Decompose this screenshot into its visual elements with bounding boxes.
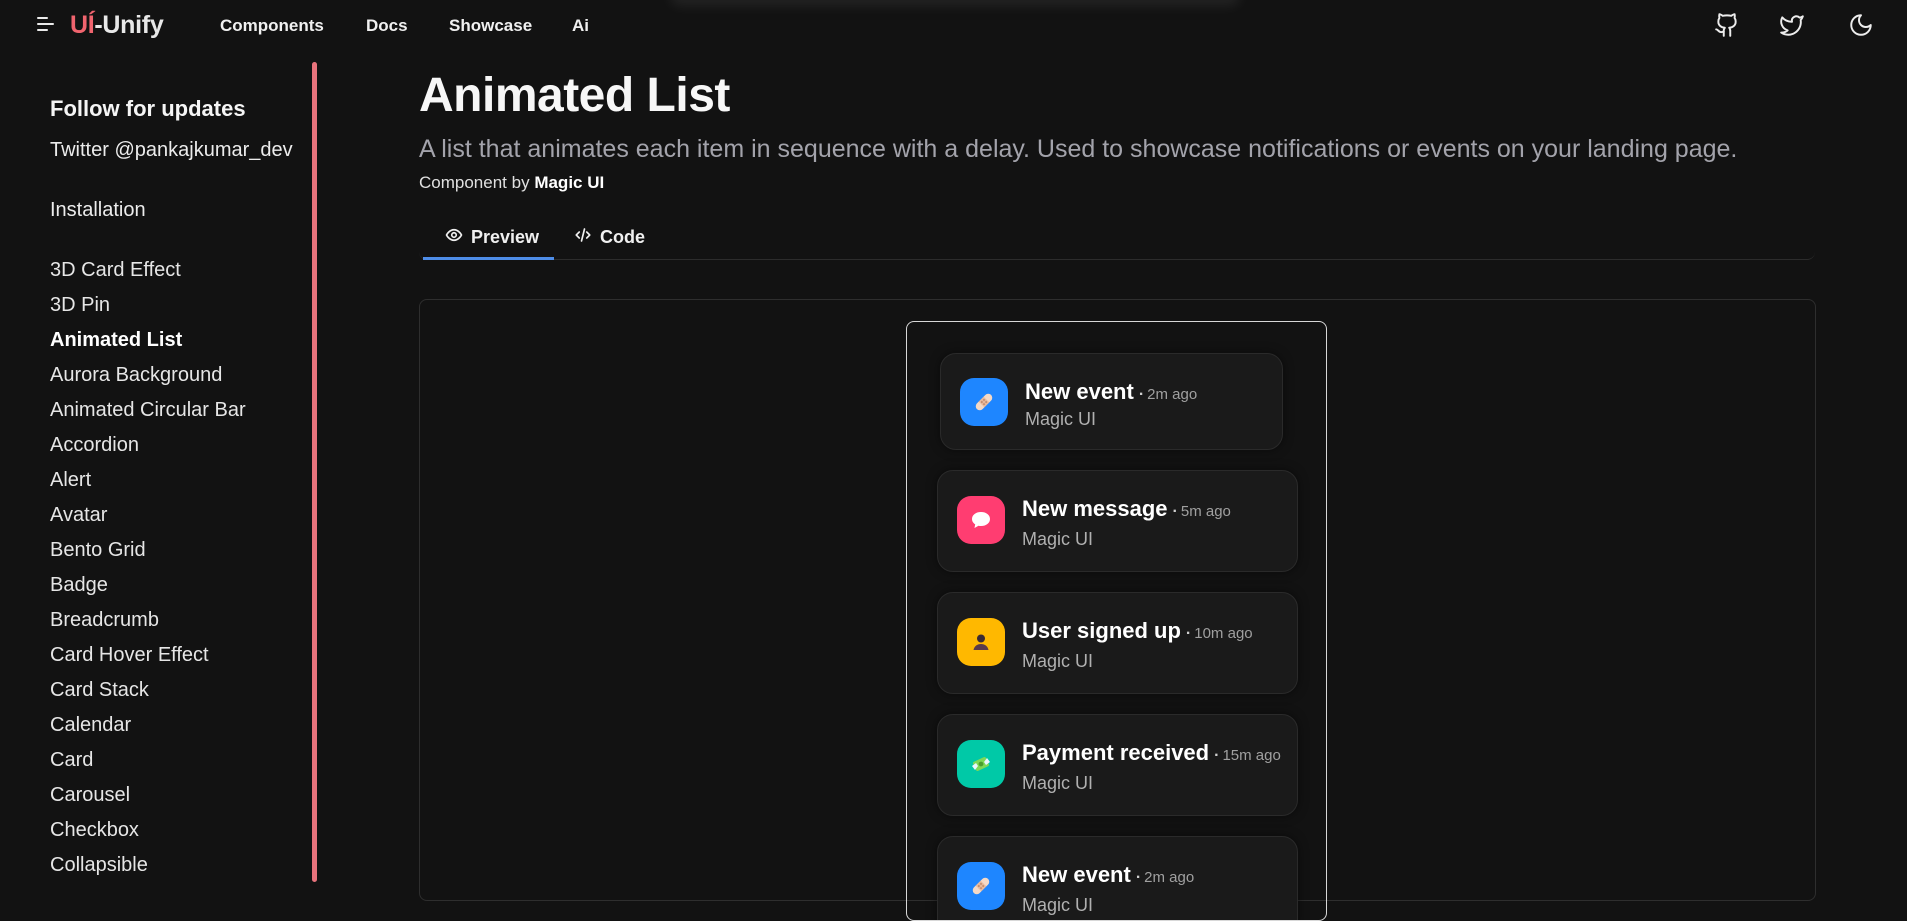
notification-time: 2m ago: [1144, 869, 1195, 886]
sidebar-item-bento-grid[interactable]: Bento Grid: [50, 539, 246, 574]
notification-title-text: New event: [1025, 379, 1134, 404]
money-icon: [957, 740, 1005, 788]
eye-icon: [445, 226, 463, 249]
notification-title: New event · 2m ago: [1022, 862, 1194, 888]
notification-source: Magic UI: [1022, 529, 1094, 549]
notification-source: Magic UI: [1022, 651, 1094, 671]
sidebar-component-list: 3D Card Effect 3D Pin Animated List Aurora …: [50, 259, 246, 889]
sidebar-item-installation[interactable]: Installation: [50, 199, 146, 222]
notification-title: Payment received · 15m ago: [1022, 740, 1281, 766]
notification-time: 10m ago: [1194, 625, 1253, 642]
notification-card[interactable]: Payment received · 15m ago Magic UI: [937, 714, 1298, 816]
sidebar-item-carousel[interactable]: Carousel: [50, 784, 246, 819]
notification-source: Magic UI: [1025, 409, 1097, 429]
github-icon[interactable]: [1714, 12, 1740, 38]
top-glow: [670, 0, 1240, 6]
person-icon: [957, 618, 1005, 666]
page-title: Animated List: [419, 69, 730, 122]
sidebar-item-badge[interactable]: Badge: [50, 574, 246, 609]
speech-bubble-icon: [957, 496, 1005, 544]
byline-author[interactable]: Magic UI: [534, 173, 604, 192]
tab-code-label: Code: [600, 227, 645, 247]
twitter-icon[interactable]: [1779, 12, 1805, 38]
sidebar-twitter-link[interactable]: Twitter @pankajkumar_dev: [50, 139, 293, 162]
notification-title: User signed up · 10m ago: [1022, 618, 1253, 644]
sidebar-item-alert[interactable]: Alert: [50, 469, 246, 504]
sidebar-item-collapsible[interactable]: Collapsible: [50, 854, 246, 889]
sidebar: Follow for updates Twitter @pankajkumar_…: [0, 62, 317, 882]
sidebar-scrollbar[interactable]: [312, 62, 317, 882]
sidebar-item-animated-circular-bar[interactable]: Animated Circular Bar: [50, 399, 246, 434]
sidebar-item-animated-list[interactable]: Animated List: [50, 329, 246, 364]
sidebar-heading: Follow for updates: [50, 96, 246, 121]
notification-title-text: User signed up: [1022, 618, 1181, 643]
component-byline: Component by Magic UI: [419, 173, 604, 193]
notification-source: Magic UI: [1022, 895, 1094, 915]
logo-accent: UÍ: [70, 11, 95, 39]
active-tab-indicator: [423, 257, 554, 260]
menu-icon[interactable]: [34, 14, 56, 36]
notification-time: 5m ago: [1180, 503, 1231, 520]
notification-separator: ·: [1135, 869, 1142, 886]
sidebar-item-checkbox[interactable]: Checkbox: [50, 819, 246, 854]
notification-title: New message · 5m ago: [1022, 496, 1231, 522]
bandage-icon: [960, 378, 1008, 426]
nav-docs[interactable]: Docs: [366, 16, 408, 36]
tab-code[interactable]: Code: [574, 226, 645, 249]
sidebar-item-card-hover-effect[interactable]: Card Hover Effect: [50, 644, 246, 679]
top-navbar: UÍ-Unify Components Docs Showcase Ai: [0, 0, 1907, 52]
notification-card[interactable]: New message · 5m ago Magic UI: [937, 470, 1298, 572]
notification-separator: ·: [1172, 503, 1178, 520]
page-description: A list that animates each item in sequen…: [419, 135, 1738, 163]
sidebar-item-3d-card-effect[interactable]: 3D Card Effect: [50, 259, 246, 294]
sidebar-item-breadcrumb[interactable]: Breadcrumb: [50, 609, 246, 644]
moon-icon[interactable]: [1848, 12, 1874, 38]
notification-title-text: Payment received: [1022, 740, 1210, 765]
notification-separator: ·: [1214, 747, 1220, 764]
notification-time: 2m ago: [1147, 386, 1198, 403]
notification-title-text: New message: [1022, 496, 1168, 521]
tab-preview-label: Preview: [471, 227, 540, 247]
tab-preview[interactable]: Preview: [445, 226, 539, 249]
notification-title-text: New event: [1022, 862, 1131, 887]
notification-card[interactable]: New event · 2m ago Magic UI: [937, 836, 1298, 920]
tab-bar: Preview Code: [419, 218, 1815, 260]
logo[interactable]: UÍ-Unify: [70, 11, 164, 40]
notification-time: 15m ago: [1222, 747, 1281, 764]
animated-list-frame: New event · 2m ago Magic UI New message · 5m a…: [906, 321, 1327, 921]
nav-ai[interactable]: Ai: [572, 16, 589, 36]
notification-source: Magic UI: [1022, 773, 1094, 793]
bandage-icon: [957, 862, 1005, 910]
nav-showcase[interactable]: Showcase: [449, 16, 532, 36]
notification-card[interactable]: New event · 2m ago Magic UI: [940, 353, 1283, 450]
sidebar-item-card-stack[interactable]: Card Stack: [50, 679, 246, 714]
nav-components[interactable]: Components: [220, 16, 324, 36]
sidebar-item-calendar[interactable]: Calendar: [50, 714, 246, 749]
notification-separator: ·: [1138, 386, 1145, 403]
logo-text: -Unify: [94, 11, 164, 39]
byline-prefix: Component by: [419, 173, 530, 192]
sidebar-item-3d-pin[interactable]: 3D Pin: [50, 294, 246, 329]
code-icon: [574, 226, 592, 249]
sidebar-item-card[interactable]: Card: [50, 749, 246, 784]
notification-title: New event · 2m ago: [1025, 379, 1197, 405]
notification-card[interactable]: User signed up · 10m ago Magic UI: [937, 592, 1298, 694]
sidebar-item-avatar[interactable]: Avatar: [50, 504, 246, 539]
notification-separator: ·: [1185, 625, 1192, 642]
sidebar-item-aurora-background[interactable]: Aurora Background: [50, 364, 246, 399]
sidebar-item-accordion[interactable]: Accordion: [50, 434, 246, 469]
